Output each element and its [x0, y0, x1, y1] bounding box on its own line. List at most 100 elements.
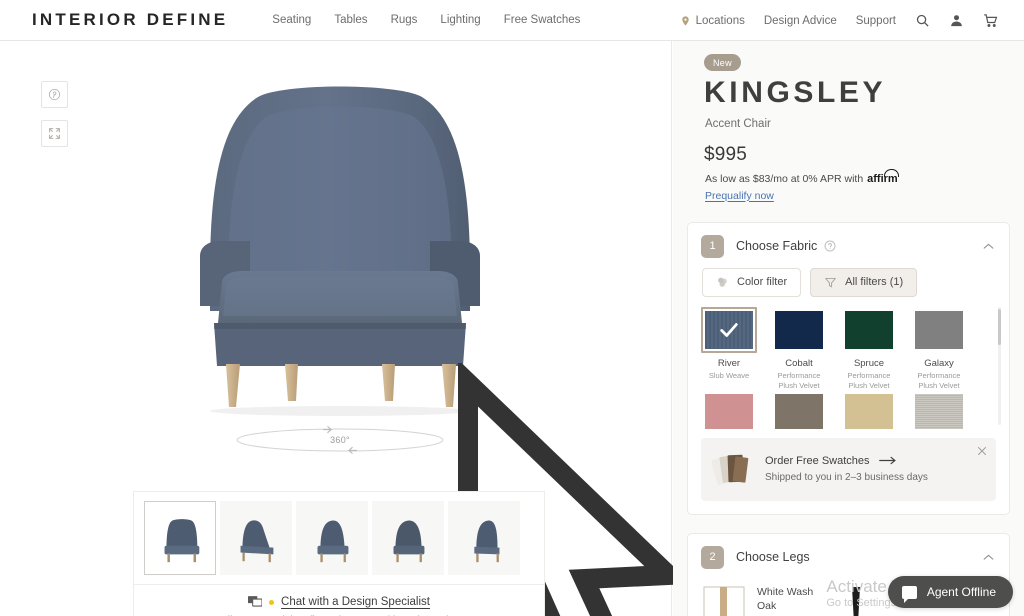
swatch-type: Slub Weave: [708, 370, 750, 380]
swatch-galaxy[interactable]: Galaxy Performance Plush Velvet: [911, 307, 967, 391]
swatch-row2-tan[interactable]: [841, 390, 897, 429]
pinterest-save-icon: [48, 88, 61, 101]
leg-option-white-wash-oak[interactable]: White Wash Oak: [701, 585, 819, 616]
swatch-fan-icon: [712, 454, 749, 485]
chair-angled-thumb-icon: [240, 520, 274, 563]
thumbnail-gallery: Chat with a Design Specialist Compliment…: [133, 491, 545, 616]
swatch-name: Galaxy: [924, 357, 954, 369]
swatch-name: River: [717, 357, 741, 369]
pinterest-save-button[interactable]: [41, 81, 68, 108]
leg-option-label: White Wash Oak: [757, 585, 814, 612]
agent-status-label: Agent Offline: [926, 585, 996, 599]
swatch-row2-taupe[interactable]: [771, 390, 827, 429]
swatch-scrollbar-thumb[interactable]: [998, 308, 1001, 345]
promo-title: Order Free Swatches: [765, 454, 870, 467]
funnel-icon: [825, 277, 836, 287]
matte-black-leg-icon: [852, 586, 860, 616]
swatch-name: Spruce: [853, 357, 885, 369]
fabric-swatch-grid: River Slub Weave Cobalt Performance Plus…: [701, 306, 1001, 429]
swatch-spruce[interactable]: Spruce Performance Plush Velvet: [841, 307, 897, 391]
hero-product-image[interactable]: [130, 61, 692, 616]
brand-logo[interactable]: INTERIOR DEFINE: [32, 10, 228, 30]
promo-text-block: Order Free Swatches Shipped to you in 2–…: [765, 455, 928, 483]
chevron-up-icon[interactable]: [982, 240, 995, 253]
swatch-type: Performance Plush Velvet: [917, 370, 961, 390]
product-title: KINGSLEY: [704, 76, 887, 109]
white-wash-oak-leg-icon: [703, 586, 745, 616]
swatch-cobalt[interactable]: Cobalt Performance Plush Velvet: [771, 307, 827, 391]
nav-item-design-advice[interactable]: Design Advice: [764, 15, 837, 27]
affirm-logo: affirm: [867, 168, 899, 185]
color-filter-label: Color filter: [737, 276, 788, 288]
swatch-row2-pink[interactable]: [701, 390, 757, 429]
swatch-river-chip: [701, 306, 757, 353]
nav-item-rugs[interactable]: Rugs: [391, 14, 418, 26]
search-icon[interactable]: [915, 13, 930, 28]
gallery-tools: [41, 81, 68, 159]
swatch-selected-check: [703, 309, 755, 351]
order-free-swatches-promo[interactable]: Order Free Swatches Shipped to you in 2–…: [701, 437, 996, 501]
swatch-galaxy-chip: [911, 307, 967, 353]
secondary-nav: Locations Design Advice Support: [680, 0, 998, 41]
thumbnail-angled-left[interactable]: [296, 501, 368, 575]
close-x-icon[interactable]: [976, 445, 988, 457]
color-circles-icon: [718, 277, 727, 287]
choose-legs-title: Choose Legs: [736, 550, 810, 564]
thumbnail-side-right[interactable]: [448, 501, 520, 575]
thumbnail-row: [134, 492, 544, 584]
primary-nav: Seating Tables Rugs Lighting Free Swatch…: [272, 14, 580, 26]
thumbnail-back-angled[interactable]: [372, 501, 444, 575]
location-pin-icon: [681, 15, 689, 26]
product-detail-page: INTERIOR DEFINE Seating Tables Rugs Ligh…: [0, 0, 1024, 616]
site-header: INTERIOR DEFINE Seating Tables Rugs Ligh…: [0, 0, 1024, 41]
swatch-row2-taupe-chip: [771, 390, 827, 429]
chair-side-thumb-icon: [474, 520, 500, 563]
all-filters-label: All filters (1): [845, 276, 904, 288]
nav-item-locations[interactable]: Locations: [680, 14, 745, 28]
rotate-360-label: 360°: [330, 435, 350, 445]
chat-cta-line: Chat with a Design Specialist: [134, 596, 544, 608]
agent-chat-widget[interactable]: Agent Offline: [887, 576, 1013, 608]
choose-fabric-card: 1 Choose Fabric Color filter All filters…: [687, 221, 1010, 515]
color-filter-button[interactable]: Color filter: [702, 267, 802, 297]
chair-angled2-thumb-icon: [317, 520, 349, 563]
swatch-type: Performance Plush Velvet: [847, 370, 891, 390]
swatch-river[interactable]: River Slub Weave: [701, 306, 757, 391]
nav-item-support[interactable]: Support: [856, 15, 896, 27]
swatch-row2-pink-chip: [701, 390, 757, 429]
rotate-360-control[interactable]: 360°: [235, 425, 445, 455]
nav-item-free-swatches[interactable]: Free Swatches: [504, 14, 581, 26]
choose-legs-header[interactable]: 2 Choose Legs: [688, 534, 1009, 579]
swatch-cobalt-chip: [771, 307, 827, 353]
fabric-swatch-scroll[interactable]: River Slub Weave Cobalt Performance Plus…: [701, 306, 1001, 429]
chevron-up-icon[interactable]: [982, 551, 995, 564]
expand-fullscreen-button[interactable]: [41, 120, 68, 147]
nav-item-lighting[interactable]: Lighting: [440, 14, 480, 26]
chat-bubble-icon: [248, 596, 263, 607]
chat-bubble-icon: [901, 585, 917, 603]
nav-locations-label[interactable]: Locations: [696, 15, 745, 27]
thumbnail-front[interactable]: [144, 501, 216, 575]
promo-title-row: Order Free Swatches: [765, 455, 928, 467]
chat-design-specialist-link[interactable]: Chat with a Design Specialist: [281, 596, 430, 608]
prequalify-link[interactable]: Prequalify now: [705, 190, 774, 202]
financing-row: As low as $83/mo at 0% APR with affirm: [705, 168, 1024, 185]
nav-item-seating[interactable]: Seating: [272, 14, 311, 26]
product-gallery: 360° Chat with a Design Specialist: [0, 41, 692, 616]
account-icon[interactable]: [949, 13, 964, 28]
cart-icon[interactable]: [983, 13, 998, 28]
swatch-name: Cobalt: [785, 357, 813, 369]
nav-item-tables[interactable]: Tables: [334, 14, 367, 26]
thumbnail-three-quarter-left[interactable]: [220, 501, 292, 575]
chair-front-thumb-icon: [164, 519, 200, 563]
swatch-row2-gray-weave[interactable]: [911, 390, 967, 429]
agent-status-dot: [269, 599, 275, 605]
question-mark-circle-icon[interactable]: [824, 240, 836, 252]
product-config-panel: New KINGSLEY Accent Chair $995 As low as…: [673, 41, 1024, 616]
all-filters-button[interactable]: All filters (1): [810, 267, 918, 297]
choose-fabric-header[interactable]: 1 Choose Fabric: [688, 223, 1009, 268]
step-number-2: 2: [701, 545, 724, 569]
new-badge: New: [704, 54, 741, 71]
step-number-1: 1: [701, 234, 724, 258]
check-icon: [720, 322, 738, 337]
